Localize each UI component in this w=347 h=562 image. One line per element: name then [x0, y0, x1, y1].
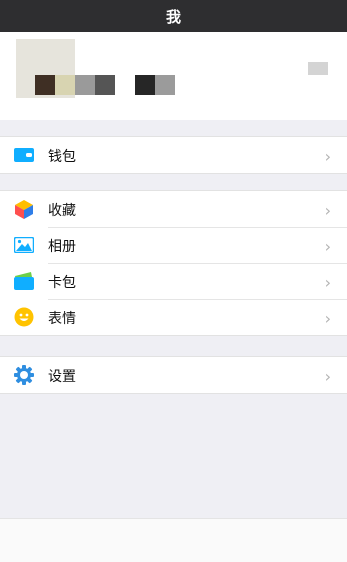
page-title: 我: [165, 7, 181, 26]
photo-icon: [14, 235, 34, 255]
smiley-icon: [14, 307, 34, 327]
menu-item-cards[interactable]: 卡包 ›: [0, 263, 347, 299]
profile-card[interactable]: [0, 32, 347, 120]
bottom-bar: [0, 518, 347, 562]
chevron-right-icon: ›: [324, 147, 331, 166]
wallet-icon: [14, 145, 34, 165]
nav-bar: 我: [0, 0, 347, 32]
menu-item-label: 相册: [48, 239, 76, 255]
menu-item-label: 钱包: [48, 149, 76, 165]
menu-item-wallet[interactable]: 钱包 ›: [0, 137, 347, 173]
menu-item-album[interactable]: 相册 ›: [0, 227, 347, 263]
chevron-right-icon: ›: [324, 309, 331, 328]
profile-name-blurred: [35, 75, 175, 95]
menu-item-label: 收藏: [48, 203, 76, 219]
menu-group-settings: 设置 ›: [0, 356, 347, 394]
chevron-right-icon: ›: [324, 201, 331, 220]
gear-icon: [14, 365, 34, 385]
menu-item-stickers[interactable]: 表情 ›: [0, 299, 347, 335]
qr-code-icon[interactable]: [308, 62, 328, 75]
pixel-block: [155, 75, 175, 95]
chevron-right-icon: ›: [324, 273, 331, 292]
cube-icon: [14, 199, 34, 219]
menu-item-settings[interactable]: 设置 ›: [0, 357, 347, 393]
menu-item-label: 卡包: [48, 275, 76, 291]
pixel-block: [55, 75, 75, 95]
menu-item-label: 设置: [48, 369, 76, 385]
pixel-block: [35, 75, 55, 95]
pixel-block: [75, 75, 95, 95]
pixel-block: [115, 75, 135, 95]
chevron-right-icon: ›: [324, 237, 331, 256]
pixel-block: [95, 75, 115, 95]
card-icon: [14, 271, 34, 291]
menu-group-media: 收藏 › 相册 › 卡包 › 表情 ›: [0, 190, 347, 336]
menu-item-label: 表情: [48, 311, 76, 327]
menu-group-wallet: 钱包 ›: [0, 136, 347, 174]
pixel-block: [135, 75, 155, 95]
menu-item-favorites[interactable]: 收藏 ›: [0, 191, 347, 227]
chevron-right-icon: ›: [324, 367, 331, 386]
